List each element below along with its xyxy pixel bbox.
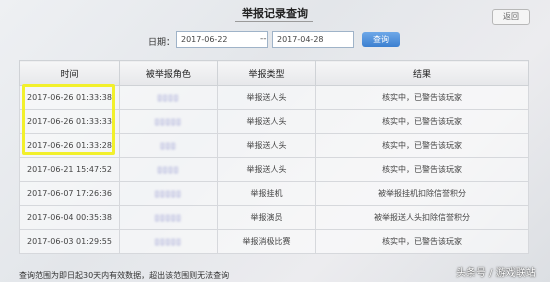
cell-result: 核实中，已警告该玩家 xyxy=(315,133,529,158)
table-row: 2017-06-07 17:26:36 ▯▯▯▯▯ 举报挂机 被举报挂机扣除信誉… xyxy=(18,181,529,206)
blurred-role-name: ▯▯▯▯▯ xyxy=(154,189,182,198)
blurred-role-name: ▯▯▯▯ xyxy=(157,165,180,174)
header-result: 结果 xyxy=(315,60,529,86)
query-button[interactable]: 查询 xyxy=(362,32,400,47)
cell-result: 核实中，已警告该玩家 xyxy=(315,157,529,182)
header-reported-role: 被举报角色 xyxy=(119,60,218,86)
table-row: 2017-06-26 01:33:33 ▯▯▯▯▯ 举报送人头 核实中，已警告该… xyxy=(18,109,529,134)
page-title: 举报记录查询 xyxy=(242,7,308,20)
cell-type: 举报挂机 xyxy=(216,181,317,206)
blurred-role-name: ▯▯▯▯ xyxy=(157,93,180,102)
table-row: 2017-06-03 01:29:55 ▯▯▯▯▯ 举报消极比赛 核实中，已警告… xyxy=(18,229,529,254)
table-row: 2017-06-04 00:35:38 ▯▯▯▯▯ 举报演员 被举报送人头扣除信… xyxy=(18,205,529,230)
cell-type: 举报演员 xyxy=(216,205,317,230)
blurred-role-name: ▯▯▯▯▯ xyxy=(154,237,182,246)
cell-role: ▯▯▯▯▯ xyxy=(119,205,218,230)
cell-result: 核实中，已警告该玩家 xyxy=(315,229,529,254)
blurred-role-name: ▯▯▯▯▯ xyxy=(154,213,182,222)
blurred-role-name: ▯▯▯ xyxy=(160,141,177,150)
blurred-role-name: ▯▯▯▯▯ xyxy=(154,117,182,126)
cell-result: 被举报送人头扣除信誉积分 xyxy=(315,205,529,230)
table-row: 2017-06-26 01:33:28 ▯▯▯ 举报送人头 核实中，已警告该玩家 xyxy=(18,133,529,158)
date-label: 日期： xyxy=(148,38,176,48)
cell-type: 举报送人头 xyxy=(216,157,317,182)
cell-time: 2017-06-03 01:29:55 xyxy=(18,229,121,254)
cell-time: 2017-06-04 00:35:38 xyxy=(18,205,121,230)
watermark: 头条号 / 游戏联站 xyxy=(456,268,536,279)
cell-type: 举报送人头 xyxy=(216,85,317,110)
table-row: 2017-06-21 15:47:52 ▯▯▯▯ 举报送人头 核实中，已警告该玩… xyxy=(18,157,529,182)
cell-role: ▯▯▯▯ xyxy=(119,85,218,110)
query-range-note: 查询范围为即日起30天内有效数据，超出该范围则无法查询 xyxy=(19,271,230,280)
cell-time: 2017-06-21 15:47:52 xyxy=(18,157,121,182)
cell-type: 举报送人头 xyxy=(216,109,317,134)
title-underline xyxy=(235,21,313,22)
date-separator: -- xyxy=(260,34,267,44)
cell-type: 举报消极比赛 xyxy=(216,229,317,254)
end-date-input[interactable] xyxy=(272,31,354,48)
cell-result: 核实中，已警告该玩家 xyxy=(315,85,529,110)
table-header-row: 时间 被举报角色 举报类型 结果 xyxy=(18,60,529,86)
cell-time: 2017-06-26 01:33:33 xyxy=(18,109,121,134)
cell-result: 被举报挂机扣除信誉积分 xyxy=(315,181,529,206)
cell-role: ▯▯▯ xyxy=(119,133,218,158)
cell-type: 举报送人头 xyxy=(216,133,317,158)
cell-time: 2017-06-26 01:33:28 xyxy=(18,133,121,158)
cell-time: 2017-06-26 01:33:38 xyxy=(18,85,121,110)
cell-role: ▯▯▯▯▯ xyxy=(119,181,218,206)
cell-role: ▯▯▯▯ xyxy=(119,157,218,182)
cell-result: 核实中，已警告该玩家 xyxy=(315,109,529,134)
cell-role: ▯▯▯▯▯ xyxy=(119,229,218,254)
header-time: 时间 xyxy=(18,60,121,86)
cell-role: ▯▯▯▯▯ xyxy=(119,109,218,134)
report-records-table: 时间 被举报角色 举报类型 结果 2017-06-26 01:33:38 ▯▯▯… xyxy=(18,60,529,254)
header-report-type: 举报类型 xyxy=(216,60,317,86)
table-row: 2017-06-26 01:33:38 ▯▯▯▯ 举报送人头 核实中，已警告该玩… xyxy=(18,85,529,110)
start-date-input[interactable] xyxy=(176,31,268,48)
back-button[interactable]: 返回 xyxy=(492,9,530,25)
cell-time: 2017-06-07 17:26:36 xyxy=(18,181,121,206)
